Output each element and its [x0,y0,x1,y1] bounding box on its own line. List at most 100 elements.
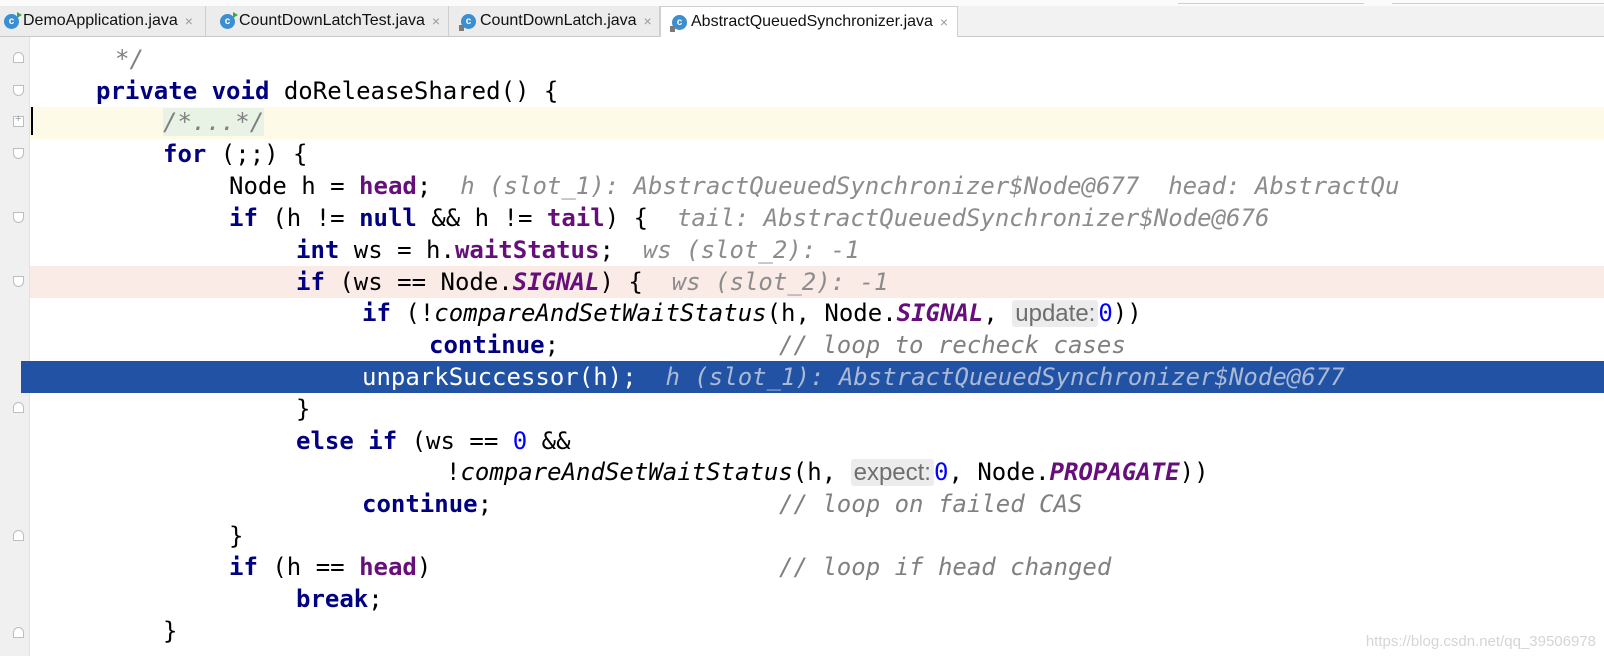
code-line[interactable]: else if (ws == 0 && [296,425,571,457]
fold-marker-icon[interactable] [13,402,24,413]
fold-marker-icon[interactable] [13,148,24,159]
folded-comment[interactable]: /*...*/ [163,108,265,136]
code-line[interactable]: continue; [429,329,559,361]
code-line[interactable]: } [163,615,177,647]
code-line[interactable]: /*...*/ [163,106,265,138]
code-text: ; [368,585,383,613]
code-text: (h == [257,553,360,581]
text-caret [31,107,33,135]
method-call: compareAndSetWaitStatus [460,458,793,486]
tab-label: CountDownLatch.java [480,12,637,29]
close-icon[interactable]: × [432,13,440,29]
comment: */ [115,45,144,73]
current-line-highlight [30,107,1604,139]
code-text: , [983,299,1013,327]
code-line[interactable]: if (ws == Node.SIGNAL) { ws (slot_2): -1 [296,266,888,298]
code-comment-line: // loop if head changed [779,551,1111,583]
code-line[interactable]: int ws = h.waitStatus; ws (slot_2): -1 [296,234,860,266]
code-text: && [527,427,571,455]
tab-abstract-queued-synchronizer[interactable]: c AbstractQueuedSynchronizer.java × [660,6,958,37]
tab-label: CountDownLatchTest.java [239,12,425,29]
comment: // loop if head changed [779,553,1112,581]
comment: // loop to recheck cases [779,331,1126,359]
keyword: if [296,268,325,296]
tab-count-down-latch[interactable]: c CountDownLatch.java × [449,6,660,36]
execution-point-line[interactable]: unparkSuccessor(h); h (slot_1): Abstract… [362,361,1345,393]
code-line[interactable]: private void doReleaseShared() { [96,75,558,107]
editor-gutter[interactable] [0,37,30,656]
code-text: ) { [599,268,643,296]
fold-marker-icon[interactable] [13,85,24,96]
code-text: (ws == Node. [324,268,513,296]
tab-demo-application[interactable]: c DemoApplication.java × [0,6,206,36]
keyword: if [362,299,391,327]
editor-tab-bar: c DemoApplication.java × c CountDownLatc… [0,0,1604,37]
field: tail [546,204,605,232]
code-line[interactable]: */ [115,43,144,75]
code-text: ) [416,553,432,581]
fold-marker-icon[interactable] [13,212,24,223]
class-library-icon: c [670,14,687,32]
code-line[interactable]: Node h = head; h (slot_1): AbstractQueue… [229,170,1399,202]
keyword: continue [362,490,478,518]
inline-debug-value: ws (slot_2): -1 [671,268,889,296]
code-text: ) { [604,204,649,232]
code-text: unparkSuccessor(h); [362,363,637,391]
watermark: https://blog.csdn.net/qq_39506978 [1365,633,1596,650]
navigation-bar-edge [1392,0,1604,4]
code-comment-line: // loop to recheck cases [779,329,1126,361]
fold-marker-icon[interactable] [13,530,24,541]
code-text: } [296,395,311,423]
keyword: for [163,140,207,168]
code-line[interactable]: if (h == head) [229,551,431,583]
keyword: null [359,204,417,232]
number-literal: 0 [933,458,949,486]
code-line[interactable]: } [296,393,310,425]
close-icon[interactable]: × [644,13,652,29]
code-line[interactable]: if (h != null && h != tail) { tail: Abst… [229,202,1269,234]
keyword: break [296,585,369,613]
keyword: int [296,236,340,264]
code-text: ; [544,331,560,359]
keyword: continue [429,331,545,359]
code-line[interactable]: continue; [362,488,492,520]
inline-debug-value: h (slot_1): AbstractQueuedSynchronizer$N… [460,172,1400,200]
code-line[interactable]: break; [296,583,383,615]
tab-count-down-latch-test[interactable]: c CountDownLatchTest.java × [206,6,449,36]
field: head [359,172,417,200]
fold-marker-icon[interactable] [13,627,24,638]
code-text: )) [1112,299,1142,327]
code-text: Node h = [229,172,360,200]
code-text: (h, Node. [766,299,897,327]
tab-label: DemoApplication.java [23,12,178,29]
code-text: ; [599,236,614,264]
fold-marker-icon[interactable] [13,276,24,287]
code-line[interactable]: if (!compareAndSetWaitStatus(h, Node.SIG… [362,297,1142,329]
close-icon[interactable]: × [185,13,193,29]
code-text: ws = h. [339,236,455,264]
expand-fold-icon[interactable] [13,113,24,127]
field: waitStatus [454,236,600,264]
code-text: , Node. [948,458,1050,486]
code-text: ; [477,490,493,518]
inline-debug-value: ws (slot_2): -1 [642,236,860,264]
parameter-hint: expect: [850,459,934,486]
number-literal: 0 [512,427,528,455]
keyword: else if [296,427,398,455]
keyword: if [229,204,258,232]
code-text: (h != [257,204,360,232]
field: head [359,553,417,581]
close-icon[interactable]: × [940,14,948,30]
code-text: ! [446,458,461,486]
number-literal: 0 [1098,299,1113,327]
code-line[interactable]: !compareAndSetWaitStatus(h, expect: 0, No… [446,456,1209,488]
code-line[interactable]: for (;;) { [163,138,308,170]
code-text: )) [1179,458,1209,486]
class-run-icon: c [4,11,22,29]
fold-marker-icon[interactable] [13,52,24,63]
code-text: (;;) { [206,140,308,168]
code-line[interactable]: } [229,520,243,552]
keyword: private void [96,77,270,105]
code-text: (h, [792,458,851,486]
static-field: SIGNAL [896,299,984,327]
